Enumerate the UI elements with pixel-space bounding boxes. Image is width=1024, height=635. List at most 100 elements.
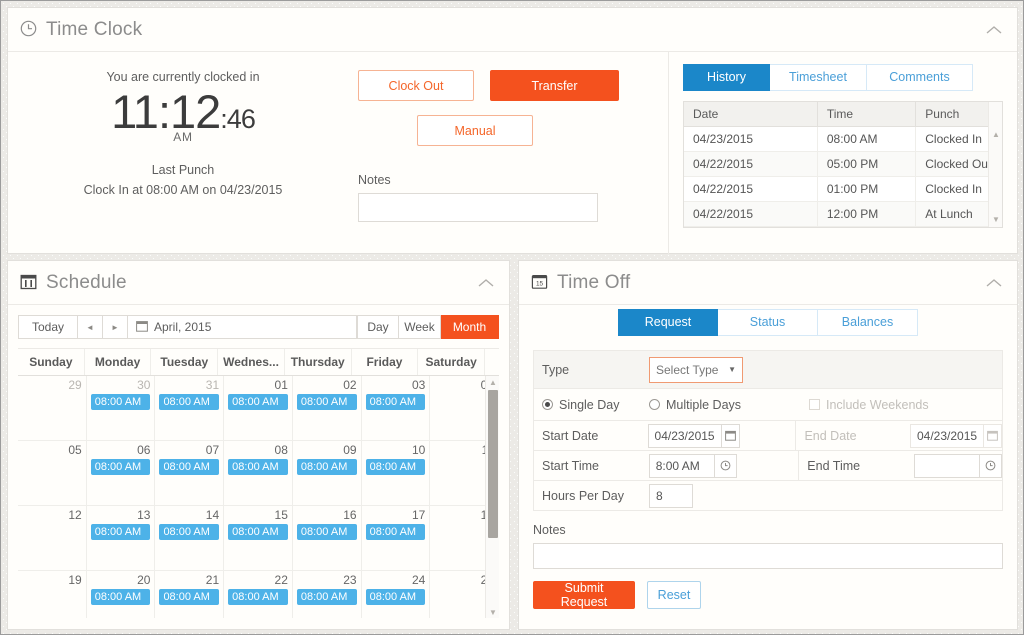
calendar-picker-icon[interactable] xyxy=(720,424,739,447)
shift-event[interactable]: 08:00 AM xyxy=(296,589,357,606)
view-month-button[interactable]: Month xyxy=(441,315,499,339)
clock-out-button[interactable]: Clock Out xyxy=(358,70,474,101)
calendar-day-cell[interactable]: 08 08:00 AM xyxy=(224,441,293,505)
view-week-button[interactable]: Week xyxy=(399,315,441,339)
submit-request-button[interactable]: Submit Request xyxy=(533,581,635,609)
scroll-down-icon[interactable]: ▼ xyxy=(989,213,1003,225)
shift-event[interactable]: 08:00 AM xyxy=(159,524,220,541)
manual-button[interactable]: Manual xyxy=(417,115,533,146)
tab-history[interactable]: History xyxy=(683,64,770,91)
calendar-day-cell[interactable]: 23 08:00 AM xyxy=(293,571,362,618)
start-time-input[interactable]: 8:00 AM xyxy=(648,453,737,478)
time-clock-tabs: History Timesheet Comments xyxy=(683,64,1003,91)
tab-request[interactable]: Request xyxy=(618,309,718,336)
shift-event[interactable]: 08:00 AM xyxy=(159,394,220,411)
calendar-day-cell[interactable]: 20 08:00 AM xyxy=(87,571,156,618)
next-period-button[interactable]: ► xyxy=(103,315,128,339)
calendar-day-cell[interactable]: 16 08:00 AM xyxy=(293,506,362,570)
shift-event[interactable]: 08:00 AM xyxy=(90,524,151,541)
tab-status[interactable]: Status xyxy=(718,309,818,336)
table-row[interactable]: 04/22/2015 05:00 PM Clocked Out xyxy=(684,151,1002,177)
shift-event[interactable]: 08:00 AM xyxy=(296,394,357,411)
calendar-day-cell[interactable]: 19 xyxy=(18,571,87,618)
chevron-down-icon: ▼ xyxy=(728,365,736,374)
scrollbar-thumb[interactable] xyxy=(488,390,498,538)
view-day-button[interactable]: Day xyxy=(357,315,399,339)
multiple-days-radio[interactable]: Multiple Days xyxy=(649,398,809,412)
calendar-day-cell[interactable]: 10 08:00 AM xyxy=(362,441,431,505)
single-day-label: Single Day xyxy=(559,397,620,412)
calendar-day-cell[interactable]: 30 08:00 AM xyxy=(87,376,156,440)
scroll-down-icon[interactable]: ▼ xyxy=(486,606,499,618)
calendar-day-cell[interactable]: 12 xyxy=(18,506,87,570)
hours-per-day-input[interactable]: 8 xyxy=(649,483,693,508)
calendar-day-cell[interactable]: 02 08:00 AM xyxy=(293,376,362,440)
shift-event[interactable]: 08:00 AM xyxy=(365,394,426,411)
calendar-scrollbar[interactable]: ▲ ▼ xyxy=(485,376,499,618)
calendar-day-cell[interactable]: 07 08:00 AM xyxy=(155,441,225,505)
type-select[interactable]: Select Type ▼ xyxy=(649,356,743,383)
end-date-input[interactable]: 04/23/2015 xyxy=(909,423,1002,448)
calendar-day-cell[interactable]: 13 08:00 AM xyxy=(87,506,156,570)
transfer-button[interactable]: Transfer xyxy=(490,70,619,101)
shift-event[interactable]: 08:00 AM xyxy=(159,459,220,476)
day-number: 12 xyxy=(68,508,82,522)
shift-event[interactable]: 08:00 AM xyxy=(90,589,151,606)
shift-event[interactable]: 08:00 AM xyxy=(296,524,357,541)
collapse-time-clock-button[interactable] xyxy=(983,19,1005,41)
table-row[interactable]: 04/22/2015 01:00 PM Clocked In xyxy=(684,176,1002,202)
shift-event[interactable]: 08:00 AM xyxy=(365,524,426,541)
column-header-date[interactable]: Date xyxy=(684,102,818,127)
collapse-time-off-button[interactable] xyxy=(983,272,1005,294)
grid-scrollbar[interactable]: ▲ ▼ xyxy=(988,102,1002,227)
calendar-day-cell[interactable]: 21 08:00 AM xyxy=(155,571,225,618)
time-off-title: Time Off xyxy=(557,271,631,293)
shift-event[interactable]: 08:00 AM xyxy=(90,459,151,476)
shift-event[interactable]: 08:00 AM xyxy=(365,589,426,606)
tab-comments[interactable]: Comments xyxy=(867,64,973,91)
time-off-notes-input[interactable] xyxy=(533,543,1003,569)
shift-event[interactable]: 08:00 AM xyxy=(159,589,220,606)
calendar-day-cell[interactable]: 14 08:00 AM xyxy=(155,506,225,570)
shift-event[interactable]: 08:00 AM xyxy=(90,394,151,411)
calendar-day-cell[interactable]: 31 08:00 AM xyxy=(155,376,225,440)
shift-event[interactable]: 08:00 AM xyxy=(228,524,288,541)
calendar-day-cell[interactable]: 15 08:00 AM xyxy=(224,506,293,570)
tab-balances[interactable]: Balances xyxy=(818,309,918,336)
calendar-day-cell[interactable]: 17 08:00 AM xyxy=(362,506,431,570)
tab-timesheet[interactable]: Timesheet xyxy=(770,64,867,91)
scroll-up-icon[interactable]: ▲ xyxy=(989,128,1003,140)
shift-event[interactable]: 08:00 AM xyxy=(296,459,357,476)
collapse-schedule-button[interactable] xyxy=(475,272,497,294)
calendar-day-cell[interactable]: 06 08:00 AM xyxy=(87,441,156,505)
calendar-day-cell[interactable]: 01 08:00 AM xyxy=(224,376,293,440)
period-label-box[interactable]: April, 2015 xyxy=(128,315,357,339)
clock-picker-icon[interactable] xyxy=(713,454,736,477)
calendar-day-cell[interactable]: 24 08:00 AM xyxy=(362,571,431,618)
column-header-time[interactable]: Time xyxy=(817,102,917,127)
calendar-day-cell[interactable]: 03 08:00 AM xyxy=(362,376,431,440)
shift-event[interactable]: 08:00 AM xyxy=(365,459,426,476)
table-row[interactable]: 04/23/2015 08:00 AM Clocked In xyxy=(684,126,1002,152)
scroll-up-icon[interactable]: ▲ xyxy=(486,376,499,388)
calendar-day-cell[interactable]: 29 xyxy=(18,376,87,440)
today-button[interactable]: Today xyxy=(18,315,78,339)
prev-period-button[interactable]: ◄ xyxy=(78,315,103,339)
include-weekends-checkbox[interactable]: Include Weekends xyxy=(809,398,929,412)
start-date-input[interactable]: 04/23/2015 xyxy=(647,423,740,448)
clock-picker-icon[interactable] xyxy=(979,454,1001,477)
day-number: 17 xyxy=(411,508,426,522)
calendar-picker-icon[interactable] xyxy=(983,424,1001,447)
reset-button[interactable]: Reset xyxy=(647,581,701,609)
shift-event[interactable]: 08:00 AM xyxy=(228,589,288,606)
shift-event[interactable]: 08:00 AM xyxy=(228,394,288,411)
end-time-input[interactable] xyxy=(914,453,1002,478)
notes-input[interactable] xyxy=(358,193,598,222)
calendar-day-cell[interactable]: 22 08:00 AM xyxy=(224,571,293,618)
single-day-radio[interactable]: Single Day xyxy=(542,398,649,412)
calendar-day-cell[interactable]: 09 08:00 AM xyxy=(293,441,362,505)
shift-event[interactable]: 08:00 AM xyxy=(228,459,288,476)
checkbox-icon xyxy=(809,399,820,410)
calendar-day-cell[interactable]: 05 xyxy=(18,441,87,505)
table-row[interactable]: 04/22/2015 12:00 PM At Lunch xyxy=(684,201,1002,227)
